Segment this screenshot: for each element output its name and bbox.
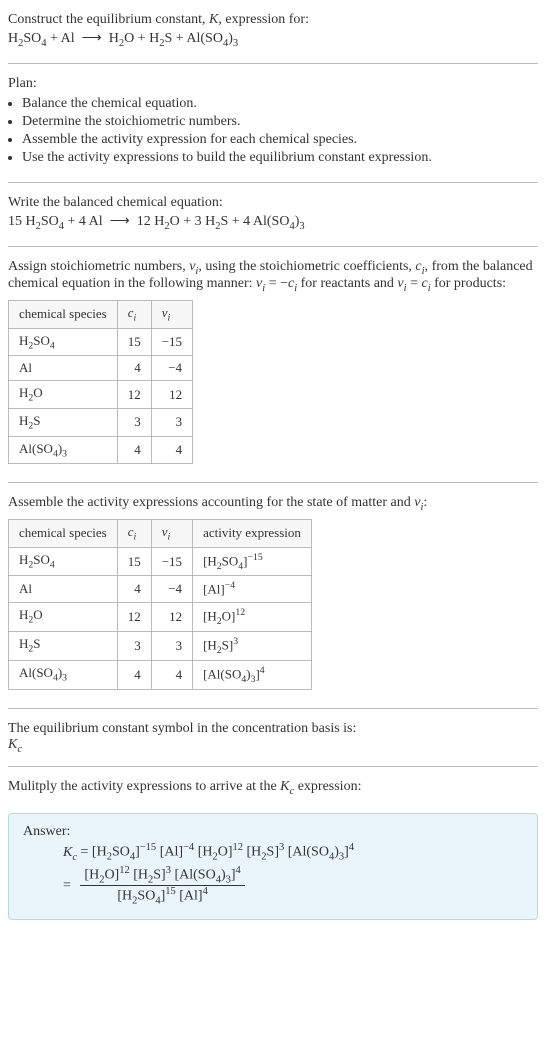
table-row: H2SO415−15 — [9, 328, 193, 356]
cell-activity: [H2SO4]−15 — [193, 547, 312, 576]
cell-ci: 4 — [117, 660, 151, 689]
fraction-numerator: [H2O]12 [H2S]3 [Al(SO4)3]4 — [80, 865, 244, 886]
table-row: Al(SO4)344 — [9, 436, 193, 464]
cell-activity: [H2S]3 — [193, 631, 312, 660]
table-row: H2S33 — [9, 408, 193, 436]
cell-activity: [Al]−4 — [193, 576, 312, 602]
activity-heading: Assemble the activity expressions accoun… — [8, 495, 538, 513]
cell-species: Al(SO4)3 — [9, 436, 118, 464]
answer-label: Answer: — [23, 824, 523, 840]
answer-box: Answer: Kc = [H2SO4]−15 [Al]−4 [H2O]12 [… — [8, 813, 538, 919]
table-row: H2O1212[H2O]12 — [9, 602, 312, 631]
col-activity: activity expression — [193, 519, 312, 547]
cell-species: H2O — [9, 381, 118, 409]
cell-species: H2S — [9, 631, 118, 660]
k-symbol: K — [209, 12, 218, 27]
fraction-denominator: [H2SO4]15 [Al]4 — [80, 886, 244, 906]
table-row: H2O1212 — [9, 381, 193, 409]
cell-species: Al — [9, 576, 118, 602]
divider — [8, 63, 538, 64]
activity-block: Assemble the activity expressions accoun… — [8, 491, 538, 703]
stoich-table: chemical species ci νi H2SO415−15 Al4−4 … — [8, 300, 193, 464]
equals-sign: = — [63, 878, 71, 894]
multiply-text: Mulitply the activity expressions to arr… — [8, 779, 538, 797]
cell-species: Al — [9, 356, 118, 381]
cell-ci: 12 — [117, 381, 151, 409]
cell-species: H2S — [9, 408, 118, 436]
cell-ci: 4 — [117, 436, 151, 464]
divider — [8, 482, 538, 483]
cell-ci: 15 — [117, 547, 151, 576]
answer-line2: = [H2O]12 [H2S]3 [Al(SO4)3]4 [H2SO4]15 [… — [63, 865, 523, 907]
cell-species: H2O — [9, 602, 118, 631]
multiply-block: Mulitply the activity expressions to arr… — [8, 775, 538, 805]
activity-table: chemical species ci νi activity expressi… — [8, 519, 312, 690]
col-ci: ci — [117, 519, 151, 547]
cell-ci: 4 — [117, 356, 151, 381]
cell-ci: 15 — [117, 328, 151, 356]
cell-activity: [H2O]12 — [193, 602, 312, 631]
assign-text: Assign stoichiometric numbers, νi, using… — [8, 259, 538, 295]
cell-species: H2SO4 — [9, 547, 118, 576]
cell-species: Al(SO4)3 — [9, 660, 118, 689]
plan-list: Balance the chemical equation. Determine… — [8, 96, 538, 166]
plan-item: Assemble the activity expression for eac… — [22, 132, 538, 148]
col-ci: ci — [117, 301, 151, 329]
kc-symbol: Kc — [8, 737, 538, 755]
assign-block: Assign stoichiometric numbers, νi, using… — [8, 255, 538, 479]
cell-ci: 4 — [117, 576, 151, 602]
answer-line1: Kc = [H2SO4]−15 [Al]−4 [H2O]12 [H2S]3 [A… — [63, 842, 523, 862]
table-header-row: chemical species ci νi — [9, 301, 193, 329]
cell-vi: −15 — [151, 328, 192, 356]
balanced-heading: Write the balanced chemical equation: — [8, 195, 538, 211]
plan-item: Determine the stoichiometric numbers. — [22, 114, 538, 130]
divider — [8, 766, 538, 767]
cell-vi: 4 — [151, 660, 192, 689]
cell-activity: [Al(SO4)3]4 — [193, 660, 312, 689]
cell-vi: 12 — [151, 381, 192, 409]
cell-vi: 3 — [151, 631, 192, 660]
divider — [8, 182, 538, 183]
table-row: Al4−4 — [9, 356, 193, 381]
plan-item: Balance the chemical equation. — [22, 96, 538, 112]
col-species: chemical species — [9, 519, 118, 547]
basis-block: The equilibrium constant symbol in the c… — [8, 717, 538, 763]
cell-species: H2SO4 — [9, 328, 118, 356]
plan-block: Plan: Balance the chemical equation. Det… — [8, 72, 538, 178]
cell-ci: 3 — [117, 408, 151, 436]
cell-vi: 3 — [151, 408, 192, 436]
unbalanced-equation: H2SO4 + Al ⟶ H2O + H2S + Al(SO4)3 — [8, 30, 538, 49]
basis-text: The equilibrium constant symbol in the c… — [8, 721, 538, 737]
cell-vi: 4 — [151, 436, 192, 464]
cell-vi: −4 — [151, 576, 192, 602]
cell-vi: −4 — [151, 356, 192, 381]
table-header-row: chemical species ci νi activity expressi… — [9, 519, 312, 547]
table-row: Al4−4[Al]−4 — [9, 576, 312, 602]
balanced-block: Write the balanced chemical equation: 15… — [8, 191, 538, 242]
cell-ci: 3 — [117, 631, 151, 660]
cell-vi: −15 — [151, 547, 192, 576]
col-vi: νi — [151, 519, 192, 547]
intro-block: Construct the equilibrium constant, K, e… — [8, 8, 538, 59]
intro-text-a: Construct the equilibrium constant, — [8, 12, 209, 27]
intro-line: Construct the equilibrium constant, K, e… — [8, 12, 538, 28]
table-row: H2SO415−15[H2SO4]−15 — [9, 547, 312, 576]
answer-fraction: [H2O]12 [H2S]3 [Al(SO4)3]4 [H2SO4]15 [Al… — [80, 865, 244, 907]
plan-item: Use the activity expressions to build th… — [22, 150, 538, 166]
cell-ci: 12 — [117, 602, 151, 631]
col-vi: νi — [151, 301, 192, 329]
intro-text-b: , expression for: — [218, 12, 309, 27]
col-species: chemical species — [9, 301, 118, 329]
cell-vi: 12 — [151, 602, 192, 631]
table-row: H2S33[H2S]3 — [9, 631, 312, 660]
balanced-equation: 15 H2SO4 + 4 Al ⟶ 12 H2O + 3 H2S + 4 Al(… — [8, 213, 538, 232]
answer-body: Kc = [H2SO4]−15 [Al]−4 [H2O]12 [H2S]3 [A… — [63, 842, 523, 906]
divider — [8, 708, 538, 709]
plan-heading: Plan: — [8, 76, 538, 92]
table-row: Al(SO4)344[Al(SO4)3]4 — [9, 660, 312, 689]
divider — [8, 246, 538, 247]
